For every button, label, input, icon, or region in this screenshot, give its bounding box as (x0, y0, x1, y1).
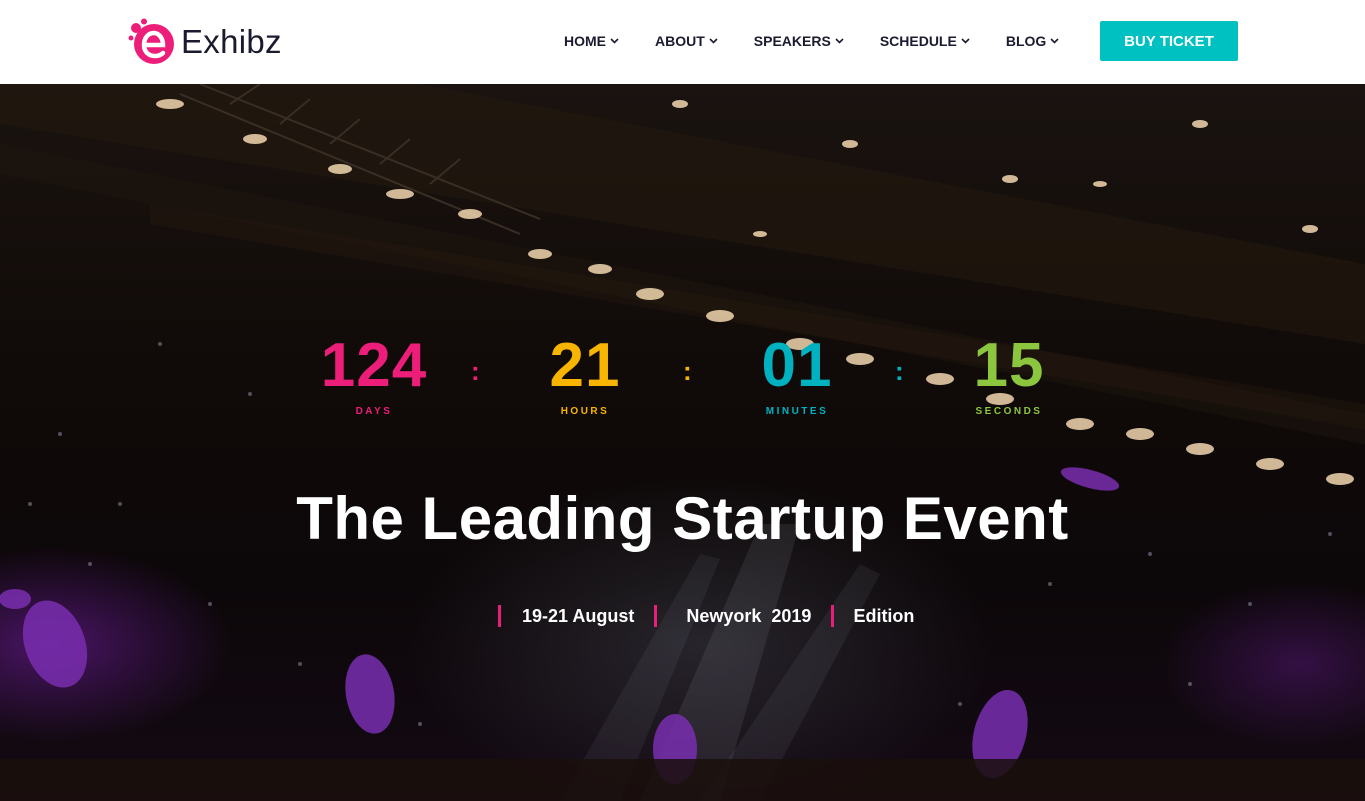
nav-item-label: ABOUT (655, 33, 705, 49)
nav-item-label: SPEAKERS (753, 33, 831, 49)
countdown-hours: 21 HOURS (505, 331, 665, 418)
chevron-down-icon (1050, 38, 1059, 44)
event-meta: 19-21 August Newyork 2019 Edition (498, 604, 914, 628)
countdown-separator: : (895, 356, 904, 386)
site-header: Exhibz HOME ABOUT SPEAKERS SCHEDULE BLOG… (0, 0, 1365, 84)
event-location: Newyork 2019 (686, 605, 812, 626)
brand-logo[interactable]: Exhibz (127, 17, 282, 67)
event-countdown: 124 DAYS : 21 HOURS : 01 MINUTES : 15 SE… (0, 334, 1365, 424)
chevron-down-icon (610, 38, 619, 44)
meta-divider (654, 605, 658, 627)
nav-item-label: HOME (564, 33, 606, 49)
countdown-minutes-label: MINUTES (765, 406, 829, 417)
chevron-down-icon (835, 38, 844, 44)
nav-item-about[interactable]: ABOUT (655, 33, 718, 49)
countdown-separator: : (683, 356, 692, 386)
hero-background-image (0, 84, 1365, 801)
countdown-separator: : (471, 356, 480, 386)
nav-item-home[interactable]: HOME (564, 33, 619, 49)
countdown-seconds-value: 15 (973, 331, 1045, 400)
countdown-hours-value: 21 (549, 331, 621, 400)
hero-title: The Leading Startup Event (296, 485, 1069, 552)
nav-item-blog[interactable]: BLOG (1006, 33, 1059, 49)
nav-item-schedule[interactable]: SCHEDULE (880, 33, 970, 49)
logo-mark-icon (127, 18, 175, 66)
event-edition: Edition (853, 605, 915, 626)
countdown-days-value: 124 (320, 331, 428, 400)
buy-ticket-button[interactable]: BUY TICKET (1100, 21, 1238, 61)
event-dates: 19-21 August (522, 605, 635, 626)
countdown-days-label: DAYS (355, 406, 393, 417)
countdown-hours-label: HOURS (560, 406, 610, 417)
chevron-down-icon (709, 38, 718, 44)
meta-divider (498, 605, 501, 627)
countdown-seconds: 15 SECONDS (929, 331, 1089, 418)
countdown-days: 124 DAYS (294, 331, 454, 418)
countdown-minutes: 01 MINUTES (717, 331, 877, 418)
brand-name: Exhibz (181, 23, 282, 60)
nav-item-label: BLOG (1005, 33, 1047, 49)
nav-item-speakers[interactable]: SPEAKERS (754, 33, 844, 49)
meta-divider (831, 605, 835, 627)
main-nav: HOME ABOUT SPEAKERS SCHEDULE BLOG (564, 33, 1095, 49)
chevron-down-icon (961, 38, 970, 44)
hero-section: 124 DAYS : 21 HOURS : 01 MINUTES : 15 SE… (0, 84, 1365, 801)
nav-item-label: SCHEDULE (879, 33, 957, 49)
countdown-seconds-label: SECONDS (975, 406, 1043, 417)
countdown-minutes-value: 01 (761, 331, 833, 400)
